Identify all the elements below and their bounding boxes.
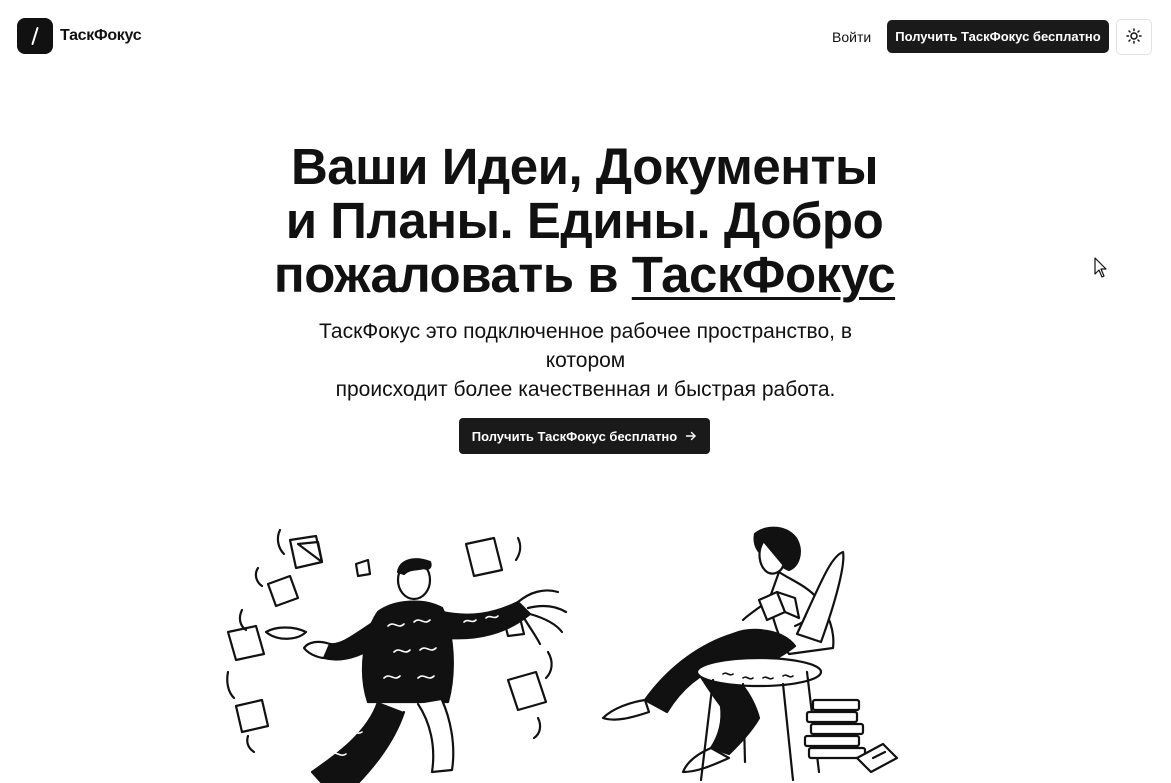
hero-subtitle-line3: происходит более качественная и быстрая … [335,378,836,401]
hero-title: Ваши Идеи, Документы и Планы. Едины. Доб… [210,140,959,302]
login-link[interactable]: Войти [822,20,881,53]
hero-title-brand: ТаскФокус [631,246,896,303]
hero-subtitle-line1: ТаскФокус это подключенное рабочее прост… [319,320,852,343]
theme-toggle-button[interactable] [1116,19,1152,55]
mouse-cursor-icon [1094,257,1107,278]
sun-icon [1126,27,1142,47]
hero-cta-button[interactable]: Получить ТаскФокус бесплатно [459,418,710,454]
hero-title-line3: пожаловать в [273,246,632,303]
brand-logo-link[interactable]: ТаскФокус [17,18,142,54]
arrow-right-icon [685,430,697,442]
hero-cta-label: Получить ТаскФокус бесплатно [471,428,678,444]
hero-subtitle-line2: котором [545,349,626,372]
slash-logo-icon [17,18,53,54]
reading-person-illustration [601,526,899,782]
brand-name: ТаскФокус [60,27,142,44]
landing-page: ТаскФокус Войти Получить ТаскФокус беспл… [0,0,1171,783]
hero-subtitle: ТаскФокус это подключенное рабочее прост… [270,317,901,404]
get-free-button[interactable]: Получить ТаскФокус бесплатно [887,20,1109,53]
busy-person-illustration [226,528,568,783]
hero-title-line2: и Планы. Едины. Добро [285,192,884,249]
hero-title-line1: Ваши Идеи, Документы [290,138,879,195]
top-nav: ТаскФокус Войти Получить ТаскФокус беспл… [0,0,1171,72]
